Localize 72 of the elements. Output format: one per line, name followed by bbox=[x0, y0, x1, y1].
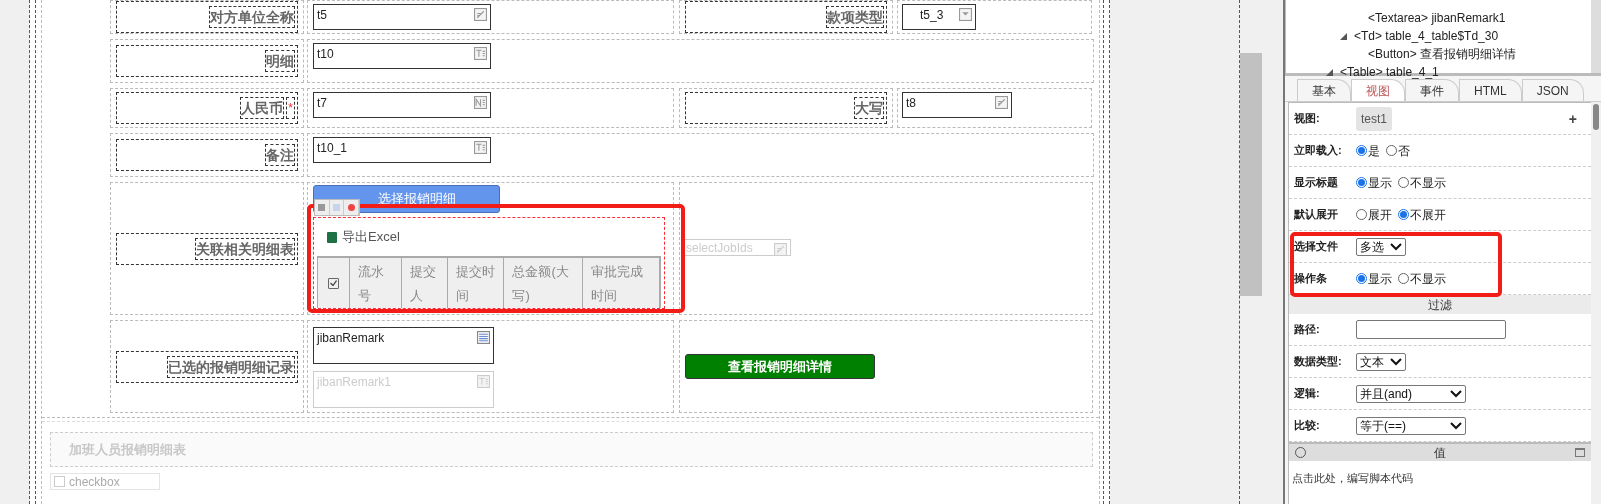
scrollbar[interactable] bbox=[1591, 102, 1601, 504]
property-label: 选择文件 bbox=[1294, 239, 1339, 255]
checkbox[interactable] bbox=[328, 277, 340, 289]
expanded-arrow-icon[interactable] bbox=[1326, 68, 1336, 76]
input-field[interactable] bbox=[1356, 320, 1506, 339]
tab[interactable]: 基本 bbox=[1297, 79, 1351, 101]
radio-button[interactable] bbox=[1356, 273, 1367, 284]
section-header: 过滤 bbox=[1428, 296, 1452, 314]
dropdown[interactable]: 多选 bbox=[1356, 237, 1406, 256]
input-field[interactable]: t10 bbox=[317, 47, 334, 61]
tree-item[interactable]: <Button> 查看报销明细详情 bbox=[1368, 45, 1517, 63]
add-button[interactable]: + bbox=[1568, 109, 1577, 130]
view-chip[interactable]: test1 bbox=[1356, 106, 1392, 131]
checkbox-icon bbox=[54, 476, 65, 487]
field-label: 人民币 bbox=[240, 97, 285, 119]
tree-item[interactable]: <Textarea> jibanRemark1 bbox=[1368, 9, 1506, 27]
tab[interactable]: 视图 bbox=[1351, 79, 1405, 101]
radio-button[interactable] bbox=[1398, 209, 1409, 220]
radio-option[interactable]: 展开 bbox=[1356, 205, 1392, 224]
field-label: 大写 bbox=[854, 97, 884, 119]
radio-button[interactable] bbox=[1356, 145, 1367, 156]
details-button[interactable]: 查看报销明细详情 bbox=[685, 354, 875, 380]
scrollbar[interactable] bbox=[1591, 0, 1601, 73]
property-label: 比较: bbox=[1294, 418, 1321, 434]
script-placeholder[interactable]: 点击此处，编写脚本代码 bbox=[1292, 472, 1413, 484]
input-field[interactable]: jibanRemark bbox=[317, 331, 385, 345]
radio-option[interactable]: 不显示 bbox=[1398, 269, 1446, 288]
radio-button[interactable] bbox=[1356, 177, 1367, 188]
radio-option[interactable]: 否 bbox=[1386, 141, 1410, 160]
field-label: 对方单位全称 bbox=[209, 6, 295, 28]
tree-item[interactable]: <Table> table_4_1 bbox=[1340, 63, 1439, 81]
property-label: 操作条 bbox=[1294, 271, 1328, 287]
radio-option[interactable]: 不展开 bbox=[1398, 205, 1446, 224]
radio-option[interactable]: 显示 bbox=[1356, 269, 1392, 288]
chevron-down-icon bbox=[1390, 242, 1402, 251]
input-field[interactable]: t10_1 bbox=[317, 141, 348, 155]
field-label: 关联相关明细表 bbox=[195, 237, 295, 260]
property-label: 显示标题 bbox=[1294, 175, 1339, 191]
property-label: 逻辑: bbox=[1294, 386, 1321, 402]
restore-window-icon[interactable] bbox=[1575, 448, 1585, 457]
input-field[interactable]: t7 bbox=[317, 96, 327, 110]
input-field[interactable]: t5_3 bbox=[920, 8, 944, 22]
radio-option[interactable]: 不显示 bbox=[1398, 173, 1446, 192]
field-label: 备注 bbox=[265, 144, 295, 166]
expanded-arrow-icon[interactable] bbox=[1340, 32, 1350, 40]
property-label: 路径: bbox=[1294, 322, 1321, 338]
required-mark: * bbox=[286, 97, 295, 119]
property-label: 默认展开 bbox=[1294, 207, 1339, 223]
field-label: 已选的报销明细记录 bbox=[167, 355, 295, 378]
field-label: 明细 bbox=[265, 50, 295, 72]
input-field[interactable]: t8 bbox=[906, 96, 916, 110]
export-link[interactable]: 导出Excel bbox=[342, 227, 400, 247]
section-header: 值 bbox=[1434, 444, 1446, 462]
chevron-down-icon bbox=[1390, 357, 1402, 366]
dropdown[interactable]: 文本 bbox=[1356, 352, 1406, 371]
dropdown[interactable]: 等于(==) bbox=[1356, 416, 1466, 435]
chevron-down-icon bbox=[1450, 389, 1462, 398]
radio-option[interactable]: 是 bbox=[1356, 141, 1380, 160]
dropdown[interactable]: 并且(and) bbox=[1356, 384, 1466, 403]
chevron-down-icon bbox=[1450, 421, 1462, 430]
tab[interactable]: 事件 bbox=[1405, 79, 1459, 101]
property-label: 视图: bbox=[1294, 111, 1321, 127]
field-label: 款项类型 bbox=[826, 6, 884, 28]
spreadsheet-icon bbox=[327, 231, 337, 243]
tab[interactable]: HTML bbox=[1459, 79, 1522, 101]
scrollbar-thumb[interactable] bbox=[1240, 53, 1262, 296]
property-label: 数据类型: bbox=[1294, 354, 1343, 370]
radio-option[interactable]: 显示 bbox=[1356, 173, 1392, 192]
tree-item[interactable]: <Td> table_4_table$Td_30 bbox=[1354, 27, 1499, 45]
tab[interactable]: JSON bbox=[1521, 79, 1584, 101]
property-label: 立即载入: bbox=[1294, 143, 1343, 159]
input-field[interactable]: t5 bbox=[317, 8, 327, 22]
